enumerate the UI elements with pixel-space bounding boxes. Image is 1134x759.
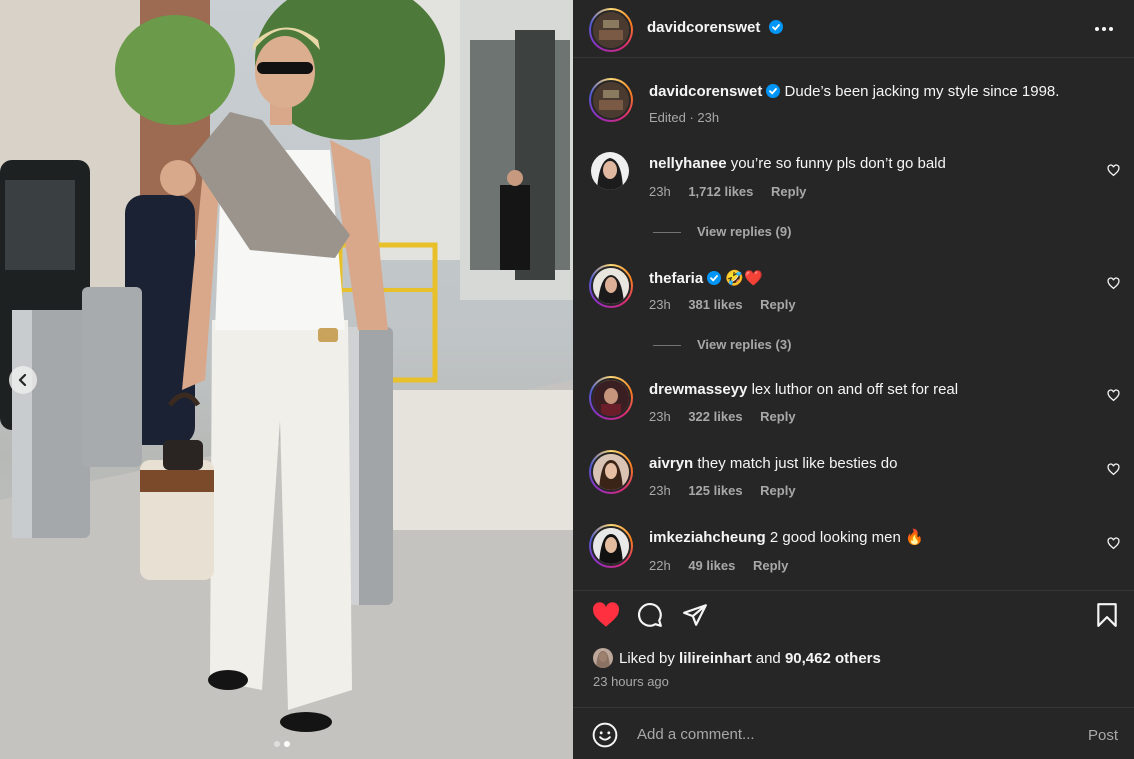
carousel-dot-active — [284, 741, 290, 747]
caption-text: Dude’s been jacking my style since 1998. — [784, 83, 1060, 100]
reply-button[interactable]: Reply — [771, 184, 806, 199]
comment-row: imkeziahcheung 2 good looking men 🔥 22h … — [573, 524, 1134, 584]
comment-username[interactable]: thefaria — [649, 270, 703, 287]
post-photo[interactable] — [0, 0, 573, 759]
comment-meta: 22h 49 likes Reply — [649, 558, 802, 573]
caption-meta: Edited · 23h — [649, 110, 720, 125]
liker-avatar[interactable] — [593, 648, 613, 668]
post-time-ago[interactable]: 23 hours ago — [593, 674, 669, 689]
commenter-avatar[interactable] — [589, 450, 633, 494]
heart-outline-icon[interactable] — [1107, 277, 1120, 290]
comment-text-line: imkeziahcheung 2 good looking men 🔥 — [649, 528, 924, 548]
comment-text: they match just like besties do — [697, 455, 898, 472]
commenter-avatar[interactable] — [591, 152, 629, 190]
comment-likes[interactable]: 322 likes — [688, 409, 742, 424]
emoji-icon[interactable] — [592, 722, 618, 748]
comment-text-line: nellyhanee you’re so funny pls don’t go … — [649, 154, 946, 174]
caption-avatar[interactable] — [589, 78, 633, 122]
liked-by-line: Liked by lilireinhart and 90,462 others — [593, 648, 881, 668]
comment-input[interactable] — [637, 720, 1047, 748]
comment-text: 🤣❤️ — [725, 270, 763, 287]
add-comment-bar: Post — [573, 707, 1134, 759]
carousel-dot — [274, 741, 280, 747]
comment-text-line: drewmasseyy lex luthor on and off set fo… — [649, 380, 958, 400]
comment-username[interactable]: aivryn — [649, 455, 693, 472]
chevron-left-icon — [18, 373, 27, 387]
comment-text: 2 good looking men 🔥 — [769, 529, 924, 546]
caption-row: davidcorenswet Dude’s been jacking my st… — [573, 78, 1134, 134]
comment-username[interactable]: drewmasseyy — [649, 381, 747, 398]
avatar-image — [593, 528, 629, 564]
heart-outline-icon[interactable] — [1107, 389, 1120, 402]
post-action-bar — [573, 590, 1134, 640]
comment-time: 23h — [649, 483, 671, 498]
street-photo-illustration — [0, 0, 573, 759]
comment-likes[interactable]: 1,712 likes — [688, 184, 753, 199]
reply-button[interactable]: Reply — [753, 558, 788, 573]
comment-row: aivryn they match just like besties do 2… — [573, 450, 1134, 510]
comment-meta: 23h 1,712 likes Reply — [649, 184, 820, 199]
comment-time: 23h — [649, 184, 671, 199]
comment-time: 22h — [649, 558, 671, 573]
comments-list[interactable]: davidcorenswet Dude’s been jacking my st… — [573, 58, 1134, 590]
avatar-image — [593, 12, 629, 48]
commenter-avatar[interactable] — [589, 376, 633, 420]
comment-row: thefaria 🤣❤️ 23h 381 likes Reply — [573, 264, 1134, 334]
comment-row: drewmasseyy lex luthor on and off set fo… — [573, 376, 1134, 436]
comment-text-line: aivryn they match just like besties do — [649, 454, 897, 474]
post-comment-button[interactable]: Post — [1088, 727, 1118, 744]
avatar-image — [593, 648, 613, 668]
avatar-image — [591, 152, 629, 190]
post-header: davidcorenswet — [573, 0, 1134, 58]
reply-button[interactable]: Reply — [760, 409, 795, 424]
caption-username[interactable]: davidcorenswet — [649, 83, 762, 100]
reply-button[interactable]: Reply — [760, 483, 795, 498]
comment-icon[interactable] — [637, 602, 663, 628]
heart-outline-icon[interactable] — [1107, 463, 1120, 476]
verified-badge-icon — [768, 20, 783, 34]
caption-text-line: davidcorenswet Dude’s been jacking my st… — [649, 82, 1059, 102]
comment-likes[interactable]: 125 likes — [688, 483, 742, 498]
comment-text-line: thefaria 🤣❤️ — [649, 269, 763, 289]
comment-time: 23h — [649, 297, 671, 312]
avatar-image — [593, 82, 629, 118]
post-side-panel: davidcorenswet davidcorenswet Dude’s bee… — [573, 0, 1134, 759]
avatar-image — [593, 454, 629, 490]
author-avatar[interactable] — [589, 8, 633, 52]
carousel-indicator — [274, 741, 290, 747]
liked-by-others[interactable]: 90,462 others — [785, 650, 881, 667]
author-username[interactable]: davidcorenswet — [647, 19, 760, 36]
avatar-image — [593, 380, 629, 416]
bookmark-icon[interactable] — [1095, 602, 1119, 628]
commenter-avatar[interactable] — [589, 264, 633, 308]
comment-meta: 23h 381 likes Reply — [649, 297, 810, 312]
comment-username[interactable]: imkeziahcheung — [649, 529, 766, 546]
comment-time: 23h — [649, 409, 671, 424]
more-horizontal-icon[interactable] — [1094, 19, 1114, 39]
heart-filled-icon[interactable] — [592, 602, 620, 628]
heart-outline-icon[interactable] — [1107, 164, 1120, 177]
comment-username[interactable]: nellyhanee — [649, 155, 727, 172]
share-icon[interactable] — [682, 602, 708, 628]
author-name-wrap: davidcorenswet — [647, 19, 783, 37]
reply-button[interactable]: Reply — [760, 297, 795, 312]
comment-text: lex luthor on and off set for real — [751, 381, 959, 398]
view-replies-button[interactable]: View replies (3) — [653, 337, 791, 352]
comment-meta: 23h 125 likes Reply — [649, 483, 810, 498]
comment-meta: 23h 322 likes Reply — [649, 409, 810, 424]
view-replies-button[interactable]: View replies (9) — [653, 224, 791, 239]
comment-likes[interactable]: 49 likes — [688, 558, 735, 573]
comment-likes[interactable]: 381 likes — [688, 297, 742, 312]
heart-outline-icon[interactable] — [1107, 537, 1120, 550]
liked-by-connector: and — [755, 650, 781, 667]
avatar-image — [593, 268, 629, 304]
comment-row: nellyhanee you’re so funny pls don’t go … — [573, 152, 1134, 222]
comment-text: you’re so funny pls don’t go bald — [730, 155, 946, 172]
carousel-prev-button[interactable] — [9, 366, 37, 394]
verified-badge-icon — [766, 84, 781, 98]
commenter-avatar[interactable] — [589, 524, 633, 568]
verified-badge-icon — [707, 271, 722, 285]
liked-by-user[interactable]: lilireinhart — [679, 650, 752, 667]
liked-by-prefix: Liked by — [619, 650, 675, 667]
